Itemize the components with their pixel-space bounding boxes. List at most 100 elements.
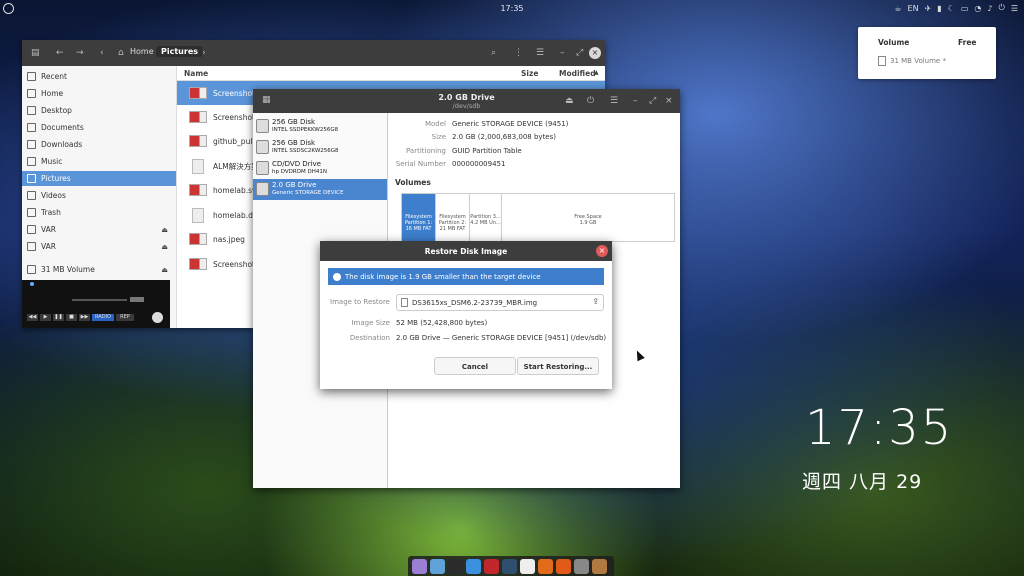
close-icon[interactable]: × [596,245,608,257]
power-icon[interactable]: ⏻ [587,96,594,106]
banner-text: The disk image is 1.9 GB smaller than th… [345,272,541,281]
play-icon[interactable]: ▶ [40,314,51,321]
disk-item[interactable]: 2.0 GB Drive Generic STORAGE DEVICE [253,179,387,200]
sidebar-item-home[interactable]: Home [22,86,176,101]
disks-icon[interactable] [574,558,589,574]
eject-icon[interactable]: ⏏ [565,96,574,106]
close-icon[interactable]: × [665,96,673,106]
close-icon[interactable]: × [589,47,601,59]
destination-value: 2.0 GB Drive — Generic STORAGE DEVICE [9… [396,334,607,342]
sidebar-item-desktop[interactable]: Desktop [22,103,176,118]
player-controls: ◀◀ ▶ ❚❚ ■ ▶▶ RADIO REP [27,314,134,321]
menu-icon[interactable]: ☰ [610,96,618,106]
presentation-icon[interactable] [556,558,571,574]
archive-icon[interactable] [592,558,607,574]
maximize-icon[interactable]: ⤢ [649,96,656,106]
disk-model: INTEL SSDSC2KW256G8 [272,148,339,154]
desktop-icon [27,106,36,115]
files-icon[interactable] [412,558,427,574]
volume-item-label: 31 MB Volume * [890,57,946,65]
vivaldi-icon[interactable] [484,558,499,574]
power-icon[interactable]: ⏻ [999,3,1005,13]
next-icon[interactable]: ▶▶ [79,314,90,321]
usb-drive-icon [256,182,269,196]
volume-icon[interactable]: ♪ [987,4,992,13]
partition-block[interactable]: Filesystem Partition 2: 21 MB FAT [436,194,470,241]
view-grid-icon[interactable]: ⋮ [514,48,523,58]
eject-icon[interactable]: ⏏ [161,266,168,274]
sidebar-item-pictures[interactable]: Pictures [22,171,176,186]
disk-item[interactable]: 256 GB Disk INTEL SSDSC2KW256G8 [253,137,387,158]
minimize-icon[interactable]: – [633,96,638,106]
menu-icon[interactable]: ☰ [1011,4,1018,13]
language-indicator[interactable]: EN [908,4,919,13]
volume-slider[interactable] [130,297,144,302]
sidebar-item-var[interactable]: VAR ⏏ [22,239,176,254]
volume-item[interactable]: 31 MB Volume * [878,56,946,66]
sidebar-item-recent[interactable]: Recent [22,69,176,84]
maximize-icon[interactable]: ⤢ [576,48,583,58]
volumes-heading: Volumes [395,178,431,187]
dialog-title: Restore Disk Image [424,247,508,256]
panel-clock[interactable]: 17:35 [0,4,1024,13]
breadcrumb-home[interactable]: Home [130,47,154,56]
sidebar-item-videos[interactable]: Videos [22,188,176,203]
wifi-icon[interactable]: ◔ [974,4,981,13]
chevron-right-icon[interactable]: › [202,48,206,58]
inkscape-icon[interactable] [520,558,535,574]
night-light-icon[interactable]: ☾ [948,4,955,13]
disk-item[interactable]: 256 GB Disk INTEL SSDPEKKW256G8 [253,116,387,137]
terminal-icon[interactable] [448,558,463,574]
chevron-left-icon[interactable]: ‹ [100,48,104,58]
image-file-name: DS3615xs_DSM6.2-23739_MBR.img [412,298,538,307]
column-size[interactable]: Size [521,69,538,78]
disk-item[interactable]: CD/DVD Drive hp DVDROM DH41N [253,158,387,179]
sidebar-item-documents[interactable]: Documents [22,120,176,135]
obs-icon[interactable] [502,558,517,574]
openoffice-icon[interactable] [538,558,553,574]
status-dot-icon [30,282,34,286]
radio-button[interactable]: RADIO [92,314,114,321]
upload-icon[interactable]: ⇪ [592,297,599,306]
repeat-button[interactable]: REP [116,314,134,321]
player-logo-icon [152,312,163,323]
eject-icon[interactable]: ⏏ [161,226,168,234]
partition-block[interactable]: Partition 3... 4.2 MB Un... [470,194,502,241]
drive-tray-icon[interactable]: ▮ [937,4,941,13]
pause-icon[interactable]: ❚❚ [53,314,64,321]
forward-icon[interactable]: → [76,48,84,58]
sidebar-item-downloads[interactable]: Downloads [22,137,176,152]
stop-icon[interactable]: ■ [66,314,77,321]
image-file-chooser[interactable]: DS3615xs_DSM6.2-23739_MBR.img ⇪ [396,294,604,311]
sidebar-item-music[interactable]: Music [22,154,176,169]
sidebar-item-label: Music [41,157,63,166]
partition-block[interactable]: Free Space 1.9 GB [502,194,674,241]
search-icon[interactable]: ⌕ [491,48,496,58]
sidebar-item-trash[interactable]: Trash [22,205,176,220]
start-restoring-button[interactable]: Start Restoring... [517,357,599,375]
partition-size: 16 MB FAT [405,226,432,232]
menu-icon[interactable]: ☰ [536,48,544,58]
sidebar-item-31mb-volume[interactable]: 31 MB Volume ⏏ [22,262,176,277]
sidebar-item-var[interactable]: VAR ⏏ [22,222,176,237]
coffee-icon[interactable]: ☕ [894,4,901,13]
optical-drive-icon [256,161,269,175]
column-name[interactable]: Name [184,69,208,78]
info-value: 000000009451 [452,160,506,168]
seek-bar[interactable] [72,299,127,301]
partition-block[interactable]: Filesystem Partition 1: 16 MB FAT [402,194,436,241]
sidebar-item-label: Pictures [41,174,71,183]
column-modified[interactable]: Modified [559,69,596,78]
minimize-icon[interactable]: – [560,48,565,58]
shield-icon[interactable] [466,558,481,574]
previous-icon[interactable]: ◀◀ [27,314,38,321]
back-icon[interactable]: ← [56,48,64,58]
browser-icon[interactable] [430,558,445,574]
folder-icon[interactable]: ▭ [961,4,969,13]
breadcrumb-pictures[interactable]: Pictures [156,46,203,57]
home-icon [27,89,36,98]
cancel-button[interactable]: Cancel [434,357,516,375]
eject-icon[interactable]: ⏏ [161,243,168,251]
network-icon[interactable]: ✈ [925,4,932,13]
image-to-restore-label: Image to Restore [330,298,390,306]
